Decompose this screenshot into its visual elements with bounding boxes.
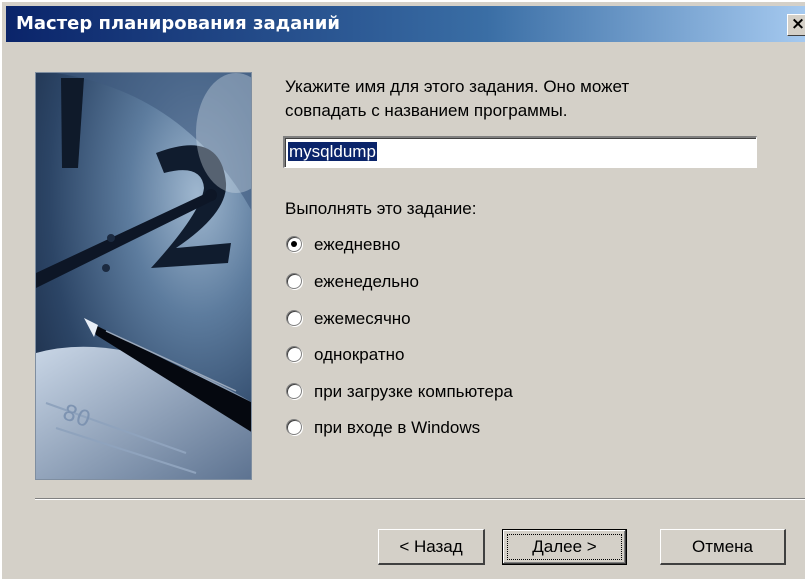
task-name-input[interactable]: mysqldump <box>283 136 757 168</box>
close-button[interactable]: × <box>787 14 805 36</box>
radio-button-monthly[interactable] <box>286 310 302 326</box>
radio-label-weekly: еженедельно <box>314 272 419 291</box>
close-icon: × <box>790 14 805 34</box>
radio-label-monthly: ежемесячно <box>314 309 411 328</box>
radio-button-weekly[interactable] <box>286 273 302 289</box>
radio-button-logon[interactable] <box>286 419 302 435</box>
clock-and-pen-illustration: 80 <box>36 73 251 479</box>
wizard-illustration: 80 <box>35 72 252 480</box>
schedule-label: Выполнять это задание: <box>285 199 477 218</box>
radio-label-daily: ежедневно <box>314 235 401 254</box>
title-bar[interactable]: Мастер планирования заданий × <box>6 6 805 42</box>
task-name-value: mysqldump <box>287 141 378 162</box>
wizard-window: Мастер планирования заданий × 80 Укажите… <box>0 0 805 579</box>
radio-button-daily[interactable] <box>286 236 302 252</box>
radio-button-startup[interactable] <box>286 383 302 399</box>
cancel-button[interactable]: Отмена <box>660 529 786 565</box>
radio-button-once[interactable] <box>286 346 302 362</box>
focus-rectangle <box>507 534 622 560</box>
task-name-prompt: Укажите имя для этого задания. Оно может… <box>285 75 755 123</box>
footer-separator <box>35 498 805 500</box>
next-button[interactable]: Далее > <box>502 529 627 565</box>
radio-label-startup: при загрузке компьютера <box>314 382 513 401</box>
prompt-line-2: совпадать с названием программы. <box>285 101 568 120</box>
radio-label-once: однократно <box>314 345 405 364</box>
prompt-line-1: Укажите имя для этого задания. Оно может <box>285 77 630 96</box>
radio-label-logon: при входе в Windows <box>314 418 481 437</box>
back-button[interactable]: < Назад <box>378 529 485 565</box>
window-title: Мастер планирования заданий <box>16 13 340 34</box>
